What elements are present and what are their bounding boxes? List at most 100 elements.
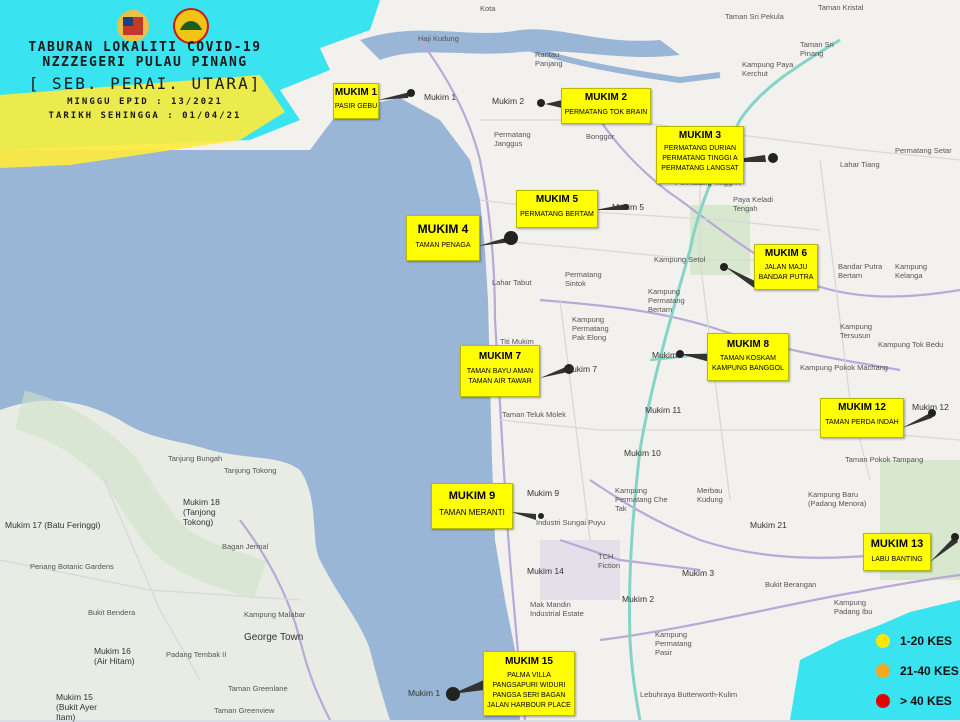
callout-line: JALAN MAJU — [764, 264, 808, 271]
place-label: Taman Greenlane — [228, 684, 288, 693]
place-label: Mukim 9 — [527, 488, 560, 498]
place-label: Mukim 15 (Bukit Ayer Itam) — [56, 692, 97, 722]
callout-title: MUKIM 9 — [448, 490, 496, 502]
place-label: Taman Greenview — [214, 706, 275, 715]
place-label: Merbau Kudung — [697, 486, 723, 504]
callout-mukim-5[interactable]: MUKIM 5 PERMATANG BERTAM — [516, 190, 598, 228]
place-label: Mukim 2 — [622, 594, 655, 604]
callout-line: JALAN HARBOUR PLACE — [487, 702, 571, 709]
callout-title: MUKIM 5 — [535, 194, 579, 205]
jata-negara-logo — [117, 10, 149, 42]
callout-title: MUKIM 7 — [478, 351, 522, 362]
title-line-1: TABURAN LOKALITI COVID-19 — [28, 40, 262, 55]
place-label: Tanjung Bungah — [168, 454, 223, 463]
legend-item: 21-40 KES — [876, 664, 959, 678]
callout-line: LABU BANTING — [871, 556, 923, 563]
place-label: Kampung Setol — [654, 255, 706, 264]
case-dot — [537, 99, 545, 107]
legend-dot-yellow — [876, 634, 890, 648]
place-label: Lahar Tiang — [840, 160, 880, 169]
title-line-5: TARIKH SEHINGGA : 01/04/21 — [48, 111, 242, 121]
callout-mukim-6[interactable]: MUKIM 6 JALAN MAJU BANDAR PUTRA — [754, 244, 818, 290]
map-title-block: TABURAN LOKALITI COVID-19 NZZZEGERI PULA… — [0, 40, 290, 121]
callout-mukim-1[interactable]: MUKIM 1 PASIR GEBU — [333, 83, 379, 119]
callout-mukim-7[interactable]: MUKIM 7 TAMAN BAYU AMAN TAMAN AIR TAWAR — [460, 345, 540, 397]
place-label: Bonggor — [586, 132, 615, 141]
callout-line: KAMPUNG BANGGOL — [712, 365, 784, 372]
callout-line: TAMAN KOSKAM — [720, 355, 776, 362]
callout-title: MUKIM 15 — [505, 656, 553, 667]
place-label: Kampung Paya Kerchut — [742, 60, 794, 78]
legend-label: > 40 KES — [900, 694, 952, 708]
legend-label: 21-40 KES — [900, 664, 959, 678]
callout-line: PERMATANG DURIAN — [663, 145, 737, 152]
place-label: Bukit Bendera — [88, 608, 136, 617]
callout-title: MUKIM 6 — [764, 248, 808, 259]
place-label: Mukim 2 — [492, 96, 525, 106]
place-label: Penang Botanic Gardens — [30, 562, 114, 571]
legend-item: > 40 KES — [876, 694, 952, 708]
place-label: Kampung Permatang Pak Elong — [572, 315, 609, 342]
place-label: Kampung Malabar — [244, 610, 306, 619]
place-label: Mukim 1 — [424, 92, 457, 102]
callout-line: TAMAN AIR TAWAR — [468, 378, 532, 385]
place-label: Kampung Baru (Padang Menora) — [808, 490, 867, 508]
callout-title: MUKIM 12 — [838, 402, 886, 413]
place-label: Rantau Panjang — [535, 50, 563, 68]
case-dot — [504, 231, 518, 245]
callout-title: MUKIM 3 — [678, 130, 722, 141]
place-label: Mukim 3 — [682, 568, 715, 578]
place-label: Mukim — [652, 350, 678, 360]
title-line-4: MINGGU EPID : 13/2021 — [67, 97, 223, 107]
place-label: Kota — [480, 4, 496, 13]
callout-mukim-15[interactable]: MUKIM 15 PALMA VILLA PANGSAPURI WIDURI P… — [483, 651, 575, 716]
place-label: Mukim 17 (Batu Feringgi) — [5, 520, 101, 530]
callout-mukim-8[interactable]: MUKIM 8 TAMAN KOSKAM KAMPUNG BANGGOL — [707, 333, 789, 381]
place-label: George Town — [244, 632, 304, 643]
place-label: Taman Kristal — [818, 3, 864, 12]
legend-item: 1-20 KES — [876, 634, 952, 648]
state-crest-logo — [173, 8, 209, 44]
legend-dot-orange — [876, 664, 890, 678]
place-label: Kampung Padang Ibu — [834, 598, 873, 616]
place-label: Mukim 12 — [912, 402, 949, 412]
place-label: Permatang Setar — [895, 146, 952, 155]
callout-title: MUKIM 2 — [584, 92, 628, 103]
callout-mukim-12[interactable]: MUKIM 12 TAMAN PERDA INDAH — [820, 398, 904, 438]
callout-title: MUKIM 13 — [870, 538, 924, 550]
legend-label: 1-20 KES — [900, 634, 953, 648]
case-dot — [407, 89, 415, 97]
callout-mukim-3[interactable]: MUKIM 3 PERMATANG DURIAN PERMATANG TINGG… — [656, 126, 744, 184]
callout-mukim-9[interactable]: MUKIM 9 TAMAN MERANTI — [431, 483, 513, 529]
callout-title: MUKIM 1 — [334, 87, 378, 98]
place-label: Permatang Janggus — [494, 130, 531, 148]
place-label: Paya Keladi Tengah — [733, 195, 774, 213]
callout-line: TAMAN BAYU AMAN — [466, 368, 534, 375]
callout-line: PERMATANG LANGSAT — [661, 165, 739, 172]
callout-line: TAMAN MERANTI — [439, 508, 505, 517]
callout-line: PERMATANG TOK BRAIN — [564, 109, 648, 116]
callout-title: MUKIM 4 — [417, 222, 469, 236]
place-label: Mukim 1 — [408, 688, 441, 698]
case-dot — [676, 350, 684, 358]
place-label: Industri Sungai Puyu — [536, 518, 606, 527]
title-line-2: NZZZEGERI PULAU PINANG — [42, 55, 248, 70]
place-label: Mukim 14 — [527, 566, 564, 576]
callout-line: BANDAR PUTRA — [758, 274, 814, 281]
callout-mukim-13[interactable]: MUKIM 13 LABU BANTING — [863, 533, 931, 571]
place-label: Mukim 10 — [624, 448, 661, 458]
place-label: Taman Sri Pekula — [725, 12, 784, 21]
callout-mukim-4[interactable]: MUKIM 4 TAMAN PENAGA — [406, 215, 480, 261]
callout-line: PANGSA SERI BAGAN — [492, 692, 566, 699]
callout-mukim-2[interactable]: MUKIM 2 PERMATANG TOK BRAIN — [561, 88, 651, 124]
callout-title: MUKIM 8 — [726, 339, 770, 350]
place-label: Lebuhraya Butterworth-Kulim — [640, 690, 738, 699]
place-label: Kampung Permatang Che Tak — [615, 486, 668, 513]
place-label: TCH Fiction — [598, 552, 621, 570]
callout-line: TAMAN PERDA INDAH — [825, 419, 899, 426]
place-label: Bukit Berangan — [765, 580, 817, 589]
legend-dot-red — [876, 694, 890, 708]
place-label: Taman Sri Pinang — [800, 40, 834, 58]
title-line-3: [ SEB. PERAI. UTARA] — [28, 74, 262, 93]
place-label: Kampung Pokok Machang — [800, 363, 888, 372]
